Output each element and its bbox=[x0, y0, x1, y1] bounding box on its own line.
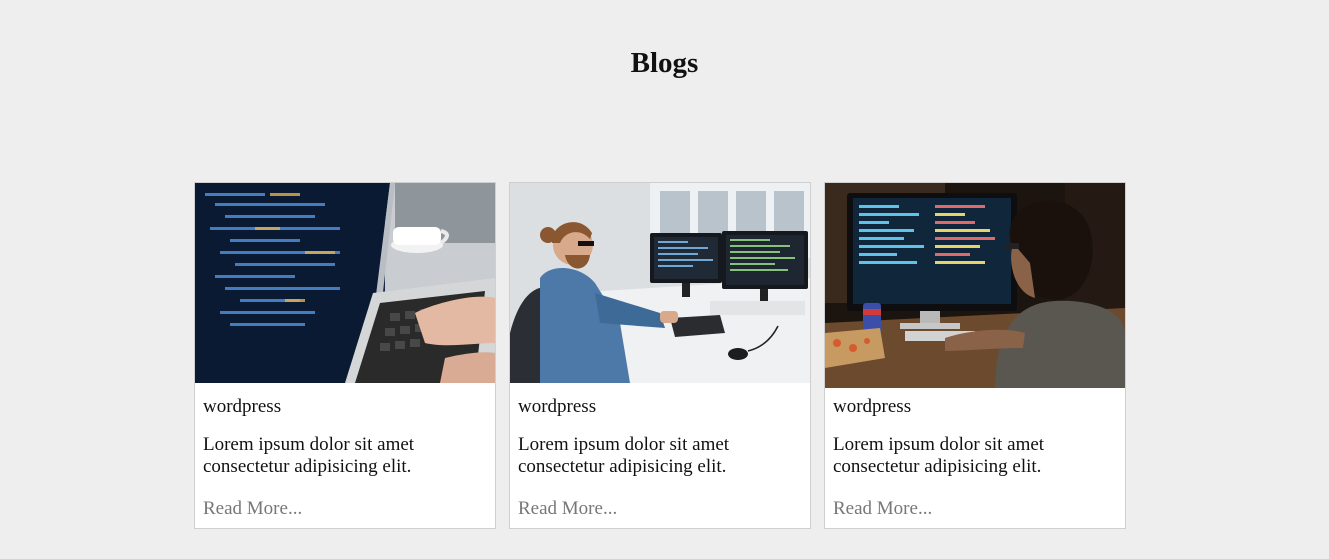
developer-desk-illustration bbox=[510, 183, 810, 383]
read-more-link[interactable]: Read More... bbox=[833, 498, 932, 520]
programmer-night-desk-photo[interactable] bbox=[825, 183, 1125, 388]
post-excerpt: Lorem ipsum dolor sit amet consectetur a… bbox=[518, 434, 730, 477]
post-excerpt: Lorem ipsum dolor sit amet consectetur a… bbox=[203, 434, 415, 477]
laptop-code-illustration bbox=[195, 183, 495, 383]
blog-card: wordpress Lorem ipsum dolor sit amet con… bbox=[509, 182, 811, 529]
read-more-link[interactable]: Read More... bbox=[518, 498, 617, 520]
post-excerpt: Lorem ipsum dolor sit amet consectetur a… bbox=[833, 434, 1045, 477]
laptop-code-photo[interactable] bbox=[195, 183, 495, 383]
post-category: wordpress bbox=[203, 396, 282, 417]
night-desk-illustration bbox=[825, 183, 1125, 388]
blog-card-grid: wordpress Lorem ipsum dolor sit amet con… bbox=[194, 182, 1126, 529]
developer-dual-monitors-photo[interactable] bbox=[510, 183, 810, 383]
blog-card: wordpress Lorem ipsum dolor sit amet con… bbox=[824, 182, 1126, 529]
post-category: wordpress bbox=[518, 396, 597, 417]
read-more-link[interactable]: Read More... bbox=[203, 498, 302, 520]
blog-card: wordpress Lorem ipsum dolor sit amet con… bbox=[194, 182, 496, 529]
page-title: Blogs bbox=[630, 47, 699, 79]
post-category: wordpress bbox=[833, 396, 912, 417]
